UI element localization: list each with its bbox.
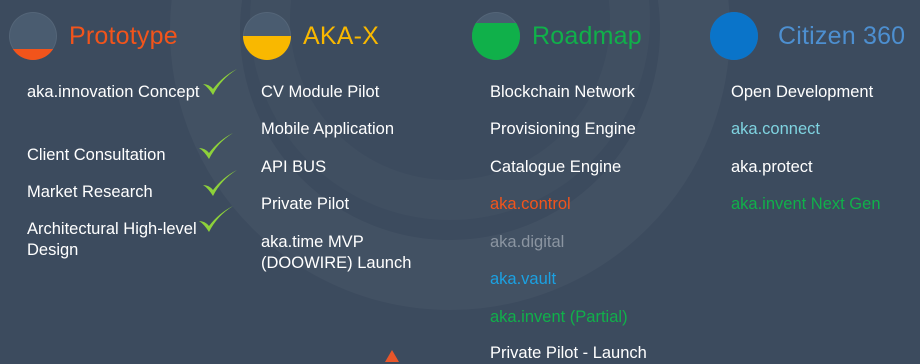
list-item: Architectural High-level Design: [27, 220, 197, 259]
arrow-up-icon: [385, 350, 399, 362]
progress-circle-icon: [9, 12, 57, 60]
checkmark-icon: [199, 133, 233, 159]
list-item: aka.control: [490, 195, 571, 213]
list-item: aka.connect: [731, 120, 820, 138]
list-item: aka.protect: [731, 158, 813, 176]
progress-circle-icon: [243, 12, 291, 60]
list-item: API BUS: [261, 158, 327, 176]
progress-circle-icon: [710, 12, 758, 60]
list-item: Blockchain Network: [490, 83, 635, 101]
phase-header-aka-x: AKA-X: [243, 10, 379, 62]
list-item: aka.time MVP (DOOWIRE) Launch: [261, 233, 412, 272]
checkmark-icon: [203, 170, 237, 196]
list-item: aka.innovation Concept: [27, 83, 200, 101]
list-item: Open Development: [731, 83, 874, 101]
list-item: Catalogue Engine: [490, 158, 622, 176]
phase-header-roadmap: Roadmap: [472, 10, 642, 62]
list-item: Mobile Application: [261, 120, 394, 138]
list-item: Provisioning Engine: [490, 120, 636, 138]
phase-title: AKA-X: [303, 21, 380, 50]
phase-title: Roadmap: [532, 21, 642, 50]
list-item: CV Module Pilot: [261, 83, 380, 101]
list-item: aka.vault: [490, 270, 557, 288]
progress-circle-icon: [472, 12, 520, 60]
list-item: Client Consultation: [27, 146, 166, 164]
phase-title: Prototype: [69, 21, 178, 50]
phase-header-citizen-360: Citizen 360: [710, 10, 905, 62]
phase-title: Citizen 360: [778, 21, 906, 50]
list-item: aka.digital: [490, 233, 565, 251]
list-item: aka.invent (Partial): [490, 308, 628, 326]
list-item: aka.invent Next Gen: [731, 195, 881, 213]
list-item: Private Pilot: [261, 195, 350, 213]
list-item: Private Pilot - Launch: [490, 344, 647, 362]
checkmark-icon: [203, 69, 237, 95]
checkmark-icon: [199, 206, 233, 232]
list-item: Market Research: [27, 183, 153, 201]
phase-header-prototype: Prototype: [9, 10, 178, 62]
